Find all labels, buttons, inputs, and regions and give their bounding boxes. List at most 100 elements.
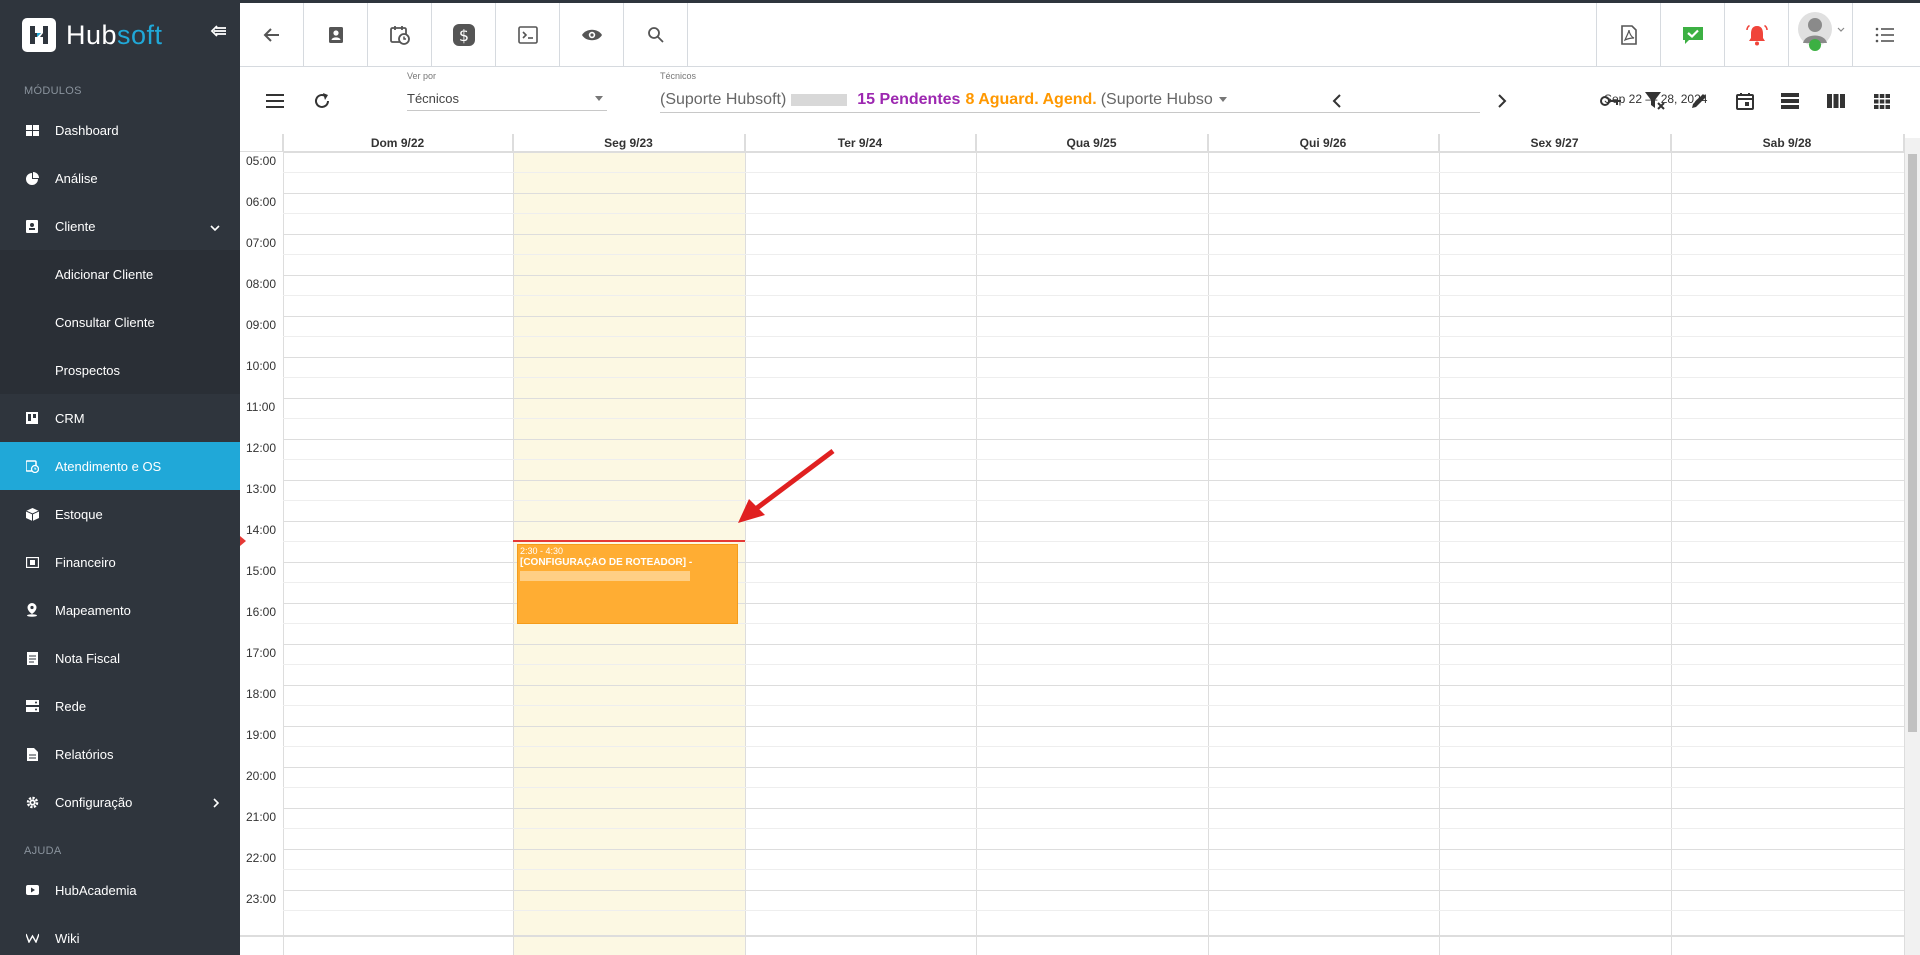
grid-icon — [1874, 94, 1890, 109]
hamburger-icon — [266, 94, 284, 108]
edit-button[interactable] — [1684, 86, 1714, 116]
scroll-thumb[interactable] — [1908, 154, 1917, 732]
messages-button[interactable] — [1660, 3, 1724, 67]
chevron-down-icon — [210, 220, 220, 235]
finance-button[interactable]: $ — [432, 3, 496, 67]
pencil-icon — [1692, 94, 1706, 108]
sidebar-item-label: Cliente — [55, 218, 96, 234]
sidebar-item-hubacademia[interactable]: HubAcademia — [0, 866, 240, 914]
box-icon — [25, 507, 39, 521]
half-hour-line — [283, 418, 1904, 419]
sidebar-item-relatorios[interactable]: Relatórios — [0, 730, 240, 778]
week-view-button[interactable] — [1821, 86, 1851, 116]
pdf-button[interactable] — [1596, 3, 1660, 67]
day-header[interactable]: Dom 9/22 — [283, 134, 513, 152]
sidebar-item-wiki[interactable]: Wiki — [0, 914, 240, 955]
sidebar-item-mapeamento[interactable]: Mapeamento — [0, 586, 240, 634]
half-hour-line — [283, 828, 1904, 829]
back-button[interactable] — [240, 3, 304, 67]
sidebar-item-adicionar-cliente[interactable]: Adicionar Cliente — [0, 250, 240, 298]
month-view-button[interactable] — [1867, 86, 1897, 116]
refresh-button[interactable] — [307, 86, 337, 116]
sidebar-item-cliente[interactable]: Cliente — [0, 202, 240, 250]
schedule-button[interactable] — [368, 3, 432, 67]
calendar-event[interactable]: 2:30 - 4:30 [CONFIGURAÇÃO DE ROTEADOR] - — [517, 544, 738, 624]
hour-line — [283, 726, 1904, 727]
menu-list-button[interactable] — [1852, 3, 1916, 67]
event-time: 2:30 - 4:30 — [520, 546, 564, 556]
time-label: 16:00 — [246, 605, 277, 619]
sidebar-item-financeiro[interactable]: Financeiro — [0, 538, 240, 586]
next-week-button[interactable] — [1487, 86, 1517, 116]
hamburger-menu-button[interactable] — [260, 86, 290, 116]
sidebar-item-atendimento-os[interactable]: Atendimento e OS — [0, 442, 240, 490]
technicians-select[interactable]: (Suporte Hubsoft) 15 Pendentes 8 Aguard.… — [660, 87, 1480, 113]
time-label: 05:00 — [246, 154, 277, 168]
sidebar-collapse-icon[interactable] — [210, 24, 228, 43]
day-header[interactable]: Seg 9/23 — [513, 134, 745, 152]
day-header[interactable]: Qui 9/26 — [1208, 134, 1439, 152]
calendar-clock-icon — [389, 26, 410, 45]
sidebar-item-prospectos[interactable]: Prospectos — [0, 346, 240, 394]
sidebar-item-label: Relatórios — [55, 746, 114, 762]
sidebar-item-label: Prospectos — [55, 362, 121, 378]
prev-week-button[interactable] — [1322, 86, 1352, 116]
report-icon — [25, 747, 39, 761]
calendar-scrollbar[interactable] — [1905, 138, 1920, 955]
brand-logo[interactable]: Hubsoft — [0, 3, 240, 67]
grid-bottom-line — [240, 935, 1904, 937]
alerts-button[interactable] — [1724, 3, 1788, 67]
sidebar-item-rede[interactable]: Rede — [0, 682, 240, 730]
waiting-count: 8 Aguard. Agend. — [965, 90, 1097, 108]
time-label: 20:00 — [246, 769, 277, 783]
day-header[interactable]: Sab 9/28 — [1671, 134, 1904, 152]
list-view-button[interactable] — [1775, 86, 1805, 116]
half-hour-line — [283, 213, 1904, 214]
day-header[interactable]: Ter 9/24 — [745, 134, 976, 152]
terminal-button[interactable] — [496, 3, 560, 67]
technicians-label: Técnicos — [660, 71, 697, 81]
gear-icon — [25, 795, 39, 809]
column-divider — [513, 134, 514, 955]
sidebar-item-estoque[interactable]: Estoque — [0, 490, 240, 538]
sidebar-item-consultar-cliente[interactable]: Consultar Cliente — [0, 298, 240, 346]
time-label: 14:00 — [246, 523, 277, 537]
clear-filter-button[interactable] — [1640, 86, 1670, 116]
view-by-select[interactable]: Técnicos — [407, 87, 607, 111]
contact-book-button[interactable] — [304, 3, 368, 67]
half-hour-line — [283, 869, 1904, 870]
sidebar-item-analise[interactable]: Análise — [0, 154, 240, 202]
column-divider — [976, 134, 977, 955]
sidebar-item-label: Estoque — [55, 506, 103, 522]
sidebar-item-dashboard[interactable]: Dashboard — [0, 106, 240, 154]
sidebar-item-label: Dashboard — [55, 122, 119, 138]
legend-toggle-button[interactable] — [1596, 86, 1626, 116]
calendar-icon — [1736, 93, 1754, 110]
sidebar-item-label: Rede — [55, 698, 87, 714]
sidebar-item-label: Financeiro — [55, 554, 116, 570]
half-hour-line — [283, 295, 1904, 296]
day-view-button[interactable] — [1730, 86, 1760, 116]
sidebar-item-nota-fiscal[interactable]: Nota Fiscal — [0, 634, 240, 682]
sidebar-item-crm[interactable]: CRM — [0, 394, 240, 442]
hour-line — [283, 849, 1904, 850]
calendar-toolbar: Ver por Técnicos Técnicos (Suporte Hubso… — [240, 68, 1920, 134]
time-label: 11:00 — [246, 400, 276, 414]
hour-line — [283, 521, 1904, 522]
svg-text:$: $ — [458, 26, 468, 45]
avatar — [1797, 12, 1844, 51]
day-header[interactable]: Sex 9/27 — [1439, 134, 1671, 152]
time-label: 18:00 — [246, 687, 277, 701]
view-button[interactable] — [560, 3, 624, 67]
time-label: 09:00 — [246, 318, 277, 332]
redacted-text — [791, 93, 848, 106]
current-time-line — [513, 540, 745, 542]
user-menu[interactable] — [1788, 3, 1852, 67]
sidebar-item-configuracao[interactable]: Configuração — [0, 778, 240, 826]
red-arrow-annotation — [738, 449, 835, 523]
column-divider — [1671, 134, 1672, 955]
key-icon — [1600, 96, 1621, 106]
day-header[interactable]: Qua 9/25 — [976, 134, 1208, 152]
list-icon — [1875, 27, 1894, 43]
search-button[interactable] — [624, 3, 688, 67]
